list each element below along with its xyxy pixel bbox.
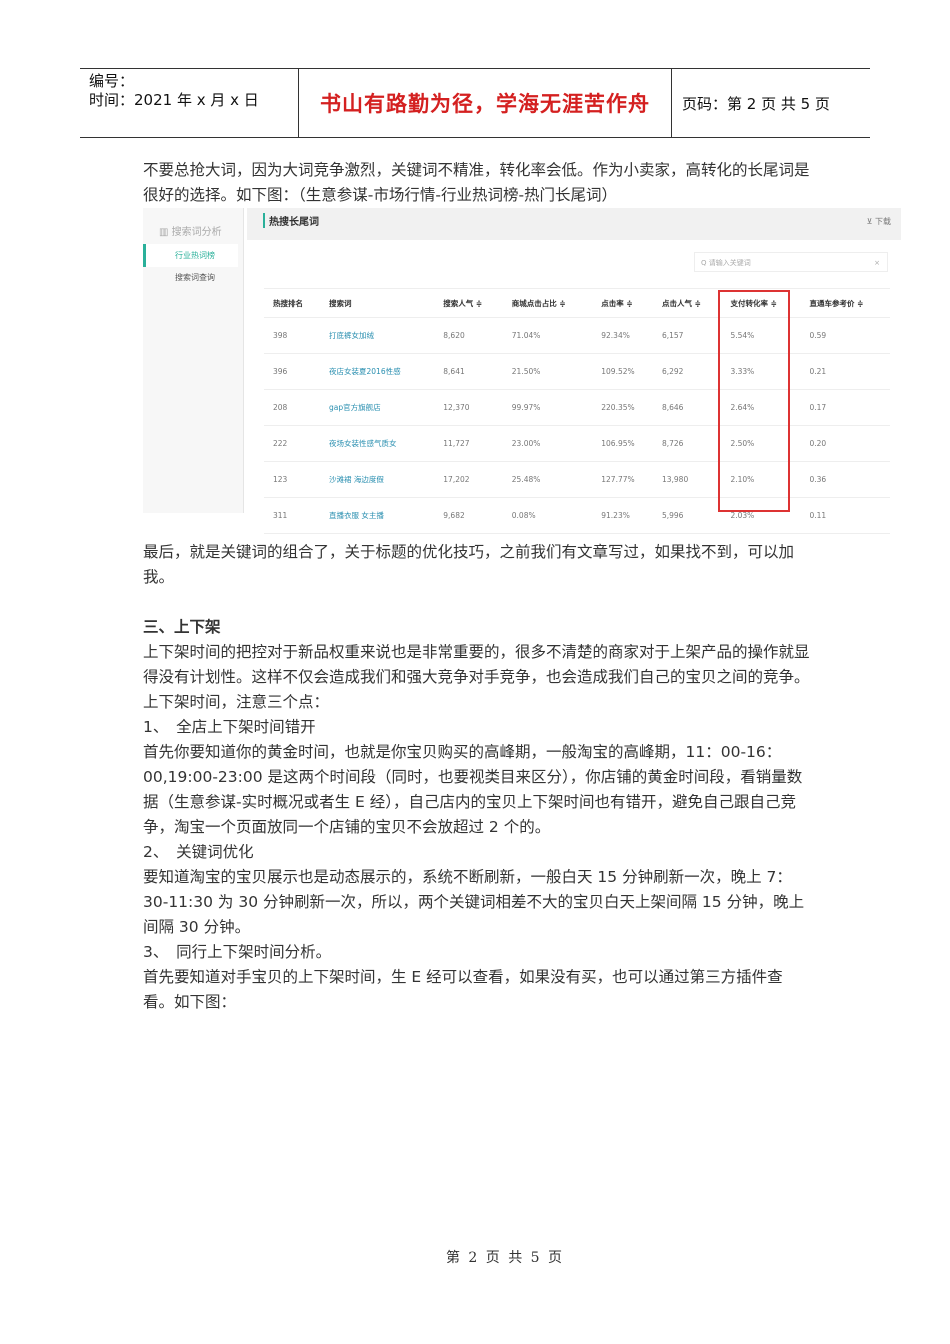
- embedded-screenshot: ▥ 搜索词分析 行业热词榜 搜索词查询 热搜长尾词 ⊻ 下载 Q 请输入关键词 ×…: [143, 208, 901, 534]
- column-header: 直通车参考价 ≑: [800, 288, 890, 318]
- table-cell: 127.77%: [592, 461, 653, 498]
- table-cell: 6,292: [652, 353, 722, 390]
- column-header: 搜索词: [320, 288, 435, 318]
- table-row: 311 直播衣服 女主播 9,682 0.08% 91.23% 5,996 2.03% 0.1…: [264, 497, 890, 534]
- table-cell: 直播衣服 女主播: [320, 497, 435, 534]
- table-cell: 311: [264, 497, 321, 534]
- column-header: 商城点击占比 ≑: [502, 288, 593, 318]
- clear-icon: ×: [874, 259, 880, 267]
- table-cell: 109.52%: [592, 353, 653, 390]
- table-cell: 222: [264, 425, 321, 462]
- table-cell: 398: [264, 317, 321, 354]
- table-row: 222 夜场女装性感气质女 11,727 23.00% 106.95% 8,726 2.50…: [264, 425, 890, 462]
- table-cell: 8,641: [434, 353, 503, 390]
- table-cell: 8,726: [652, 425, 722, 462]
- table-row: 398 打底裤女加绒 8,620 71.04% 92.34% 6,157 5.54% 0.59: [264, 317, 890, 354]
- table-cell: 5,996: [652, 497, 722, 534]
- table-cell: 0.20: [800, 425, 890, 462]
- sidebar-title: ▥ 搜索词分析: [159, 227, 222, 238]
- screenshot-sidebar: ▥ 搜索词分析 行业热词榜 搜索词查询: [143, 208, 244, 513]
- download-button: ⊻ 下载: [866, 217, 891, 226]
- sidebar-item: 搜索词查询: [175, 273, 215, 282]
- paragraph: 上下架时间的把控对于新品权重来说也是非常重要的，很多不清楚的商家对于上架产品的操…: [143, 643, 810, 686]
- table-cell: 99.97%: [502, 389, 593, 426]
- page-header: 编号： 时间：2021 年 x 月 x 日 书山有路勤为径，学海无涯苦作舟 页码…: [80, 68, 870, 138]
- table-cell: gap官方旗舰店: [320, 389, 435, 426]
- table-cell: 21.50%: [502, 353, 593, 390]
- document-page: 编号： 时间：2021 年 x 月 x 日 书山有路勤为径，学海无涯苦作舟 页码…: [0, 0, 950, 1344]
- table-cell: 11,727: [434, 425, 503, 462]
- table-cell: 沙滩裙 海边度假: [320, 461, 435, 498]
- table-cell: 0.59: [800, 317, 890, 354]
- paragraph: 首先你要知道你的黄金时间，也就是你宝贝购买的高峰期，一般淘宝的高峰期，11：00…: [143, 743, 803, 836]
- paragraph: 上下架时间，注意三个点：: [143, 693, 330, 711]
- page-footer: 第 2 页 共 5 页: [445, 1250, 565, 1266]
- table-row: 396 夜店女装夏2016性感 8,641 21.50% 109.52% 6,292 3.3…: [264, 353, 890, 390]
- list-item: 1、 全店上下架时间错开: [143, 718, 316, 736]
- paragraph: 要知道淘宝的宝贝展示也是动态展示的，系统不断刷新，一般白天 15 分钟刷新一次，…: [143, 868, 805, 936]
- number-label: 编号：: [89, 72, 135, 90]
- header-meta: 编号： 时间：2021 年 x 月 x 日: [80, 69, 299, 137]
- table-cell: 17,202: [434, 461, 503, 498]
- table-cell: 8,646: [652, 389, 722, 426]
- table-cell: 0.08%: [502, 497, 593, 534]
- table-cell: 25.48%: [502, 461, 593, 498]
- table-cell: 0.21: [800, 353, 890, 390]
- table-cell: 396: [264, 353, 321, 390]
- table-cell: 71.04%: [502, 317, 593, 354]
- keyword-table: 热搜排名 搜索词 搜索人气 ≑ 商城点击占比 ≑ 点击率 ≑ 点击人气 ≑ 支付转化率 ≑ 直…: [264, 288, 890, 534]
- table-cell: 8,620: [434, 317, 503, 354]
- column-header: 点击人气 ≑: [652, 288, 722, 318]
- table-cell: 92.34%: [592, 317, 653, 354]
- table-cell: 6,157: [652, 317, 722, 354]
- table-cell: 23.00%: [502, 425, 593, 462]
- table-cell: 12,370: [434, 389, 503, 426]
- column-header: 搜索人气 ≑: [434, 288, 503, 318]
- column-header: 点击率 ≑: [592, 288, 653, 318]
- table-cell: 0.36: [800, 461, 890, 498]
- table-row: 208 gap官方旗舰店 12,370 99.97% 220.35% 8,646 2.64%…: [264, 389, 890, 426]
- table-cell: 91.23%: [592, 497, 653, 534]
- table-cell: 0.11: [800, 497, 890, 534]
- screenshot-title-bar: 热搜长尾词 ⊻ 下载: [247, 208, 901, 240]
- list-item: 2、 关键词优化: [143, 843, 254, 861]
- list-item: 3、 同行上下架时间分析。: [143, 943, 332, 961]
- sidebar-item-active: 行业热词榜: [143, 244, 238, 267]
- table-cell: 106.95%: [592, 425, 653, 462]
- intro-paragraph: 不要总抢大词，因为大词竞争激烈，关键词不精准，转化率会低。作为小卖家，高转化的长…: [143, 161, 810, 204]
- table-cell: 220.35%: [592, 389, 653, 426]
- table-cell: 0.17: [800, 389, 890, 426]
- header-page-label: 页码：第 2 页 共 5 页: [682, 94, 830, 113]
- table-cell: 9,682: [434, 497, 503, 534]
- table-cell: 13,980: [652, 461, 722, 498]
- column-header: 热搜排名: [264, 288, 321, 318]
- table-row: 123 沙滩裙 海边度假 17,202 25.48% 127.77% 13,980 2.10…: [264, 461, 890, 498]
- paragraph: 首先要知道对手宝贝的上下架时间，生 E 经可以查看，如果没有买，也可以通过第三方…: [143, 968, 783, 1011]
- table-cell: 208: [264, 389, 321, 426]
- table-cell: 打底裤女加绒: [320, 317, 435, 354]
- section-heading: 三、上下架: [143, 618, 221, 636]
- date-label: 时间：2021 年 x 月 x 日: [89, 91, 259, 109]
- table-cell: 123: [264, 461, 321, 498]
- table-cell: 夜场女装性感气质女: [320, 425, 435, 462]
- section-title: 热搜长尾词: [263, 213, 319, 228]
- after-paragraph: 最后，就是关键词的组合了，关于标题的优化技巧，之前我们有文章写过，如果找不到，可…: [143, 543, 795, 586]
- header-motto: 书山有路勤为径，学海无涯苦作舟: [299, 69, 672, 137]
- highlight-box: [718, 290, 790, 512]
- table-cell: 夜店女装夏2016性感: [320, 353, 435, 390]
- keyword-search: Q 请输入关键词 ×: [694, 252, 888, 272]
- bar-chart-icon: ▥: [159, 227, 172, 238]
